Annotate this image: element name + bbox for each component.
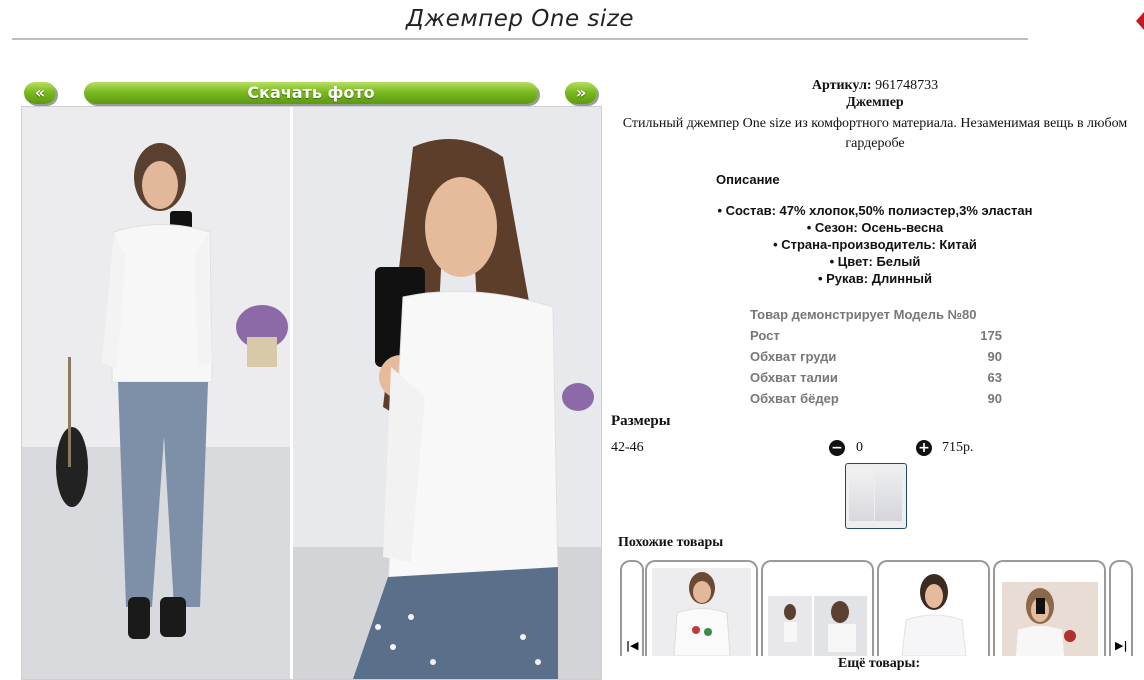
photo-white-sweater-woman <box>884 568 983 656</box>
download-photo-button[interactable]: Скачать фото <box>84 82 538 104</box>
page-title: Джемпер One size <box>405 6 635 32</box>
model-label: Обхват груди <box>750 349 837 364</box>
similar-product-item[interactable] <box>877 560 990 656</box>
next-photo-button[interactable]: » <box>565 82 597 104</box>
model-row: Рост 175 <box>750 325 1002 346</box>
sku-label: Артикул: <box>811 78 872 93</box>
minus-circle-icon[interactable]: − <box>829 440 845 456</box>
model-row: Товар демонстрирует Модель №80 <box>750 304 1002 325</box>
product-name: Джемпер <box>846 95 904 110</box>
model-label: Рост <box>750 328 780 343</box>
close-icon[interactable] <box>1136 12 1144 30</box>
similar-product-item[interactable] <box>645 560 758 656</box>
size-value: 42-46 <box>611 440 644 455</box>
similar-product-item[interactable] <box>761 560 874 656</box>
sku-line: Артикул: 961748733 <box>610 78 1140 94</box>
model-label: Товар демонстрирует Модель №80 <box>750 307 977 322</box>
plus-circle-icon[interactable]: + <box>916 440 932 456</box>
model-value: 90 <box>987 349 1002 364</box>
carousel-prev-button[interactable]: |◀ <box>620 560 644 656</box>
model-row: Обхват груди 90 <box>750 346 1002 367</box>
title-bar: Джемпер One size <box>12 0 1028 40</box>
quantity-value: 0 <box>856 440 863 455</box>
product-photo-closeup <box>293 107 601 679</box>
model-row: Обхват бёдер 90 <box>750 388 1002 409</box>
photo-thumbnail[interactable] <box>845 463 907 529</box>
similar-products-title: Похожие товары <box>618 535 724 550</box>
property-item: • Цвет: Белый <box>829 254 921 269</box>
model-value: 63 <box>987 370 1002 385</box>
size-row: 42-46 − 0 + 715р. <box>611 440 1031 460</box>
property-item: • Состав: 47% хлопок,50% полиэстер,3% эл… <box>717 203 1033 218</box>
price-value: 715р. <box>942 440 974 455</box>
model-value: 90 <box>987 391 1002 406</box>
similar-product-item[interactable] <box>993 560 1106 656</box>
model-value: 175 <box>980 328 1002 343</box>
similar-products-carousel: |◀ ▶| <box>620 558 1134 656</box>
property-item: • Сезон: Осень-весна <box>806 220 944 235</box>
thumbnail-right-image <box>875 469 902 521</box>
properties-list: • Состав: 47% хлопок,50% полиэстер,3% эл… <box>610 202 1140 287</box>
product-photo-full-body <box>22 107 290 679</box>
model-closeup-illustration <box>293 107 601 679</box>
model-row: Обхват талии 63 <box>750 367 1002 388</box>
model-full-body-illustration <box>22 107 290 679</box>
photo-white-jumper-two-view <box>768 568 867 656</box>
description-title: Описание <box>716 172 780 187</box>
more-products-title: Ещё товары: <box>838 656 921 671</box>
skip-forward-icon: ▶| <box>1115 639 1128 652</box>
product-description: Стильный джемпер One size из комфортного… <box>622 116 1128 151</box>
sku-value: 961748733 <box>875 78 939 93</box>
product-info: Артикул: 961748733 Джемпер Стильный джем… <box>610 78 1140 154</box>
property-item: • Страна-производитель: Китай <box>773 237 977 252</box>
prev-photo-button[interactable]: « <box>24 82 56 104</box>
model-label: Обхват талии <box>750 370 838 385</box>
product-photo-viewer[interactable] <box>21 106 602 680</box>
sizes-title: Размеры <box>611 413 671 429</box>
carousel-next-button[interactable]: ▶| <box>1109 560 1133 656</box>
photo-sweater-floral-print <box>652 568 751 656</box>
model-label: Обхват бёдер <box>750 391 839 406</box>
skip-back-icon: |◀ <box>626 639 639 652</box>
property-item: • Рукав: Длинный <box>817 271 933 286</box>
photo-white-sweater-selfie <box>1000 568 1099 656</box>
thumbnail-left-image <box>849 469 874 521</box>
model-measurements: Товар демонстрирует Модель №80 Рост 175 … <box>750 304 1002 409</box>
